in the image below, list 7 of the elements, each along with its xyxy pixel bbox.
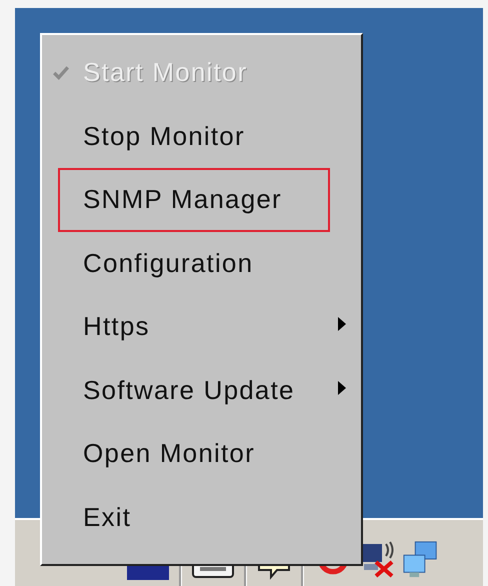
menu-item[interactable]: Software Update: [58, 358, 330, 422]
menu-item[interactable]: Stop Monitor: [58, 104, 330, 168]
menu-item[interactable]: Configuration: [58, 231, 330, 296]
menu-item[interactable]: Exit: [58, 485, 330, 550]
menu-item[interactable]: Https: [58, 294, 330, 359]
menu-item[interactable]: Open Monitor: [58, 422, 330, 486]
menu-item[interactable]: SNMP Manager: [58, 168, 330, 232]
